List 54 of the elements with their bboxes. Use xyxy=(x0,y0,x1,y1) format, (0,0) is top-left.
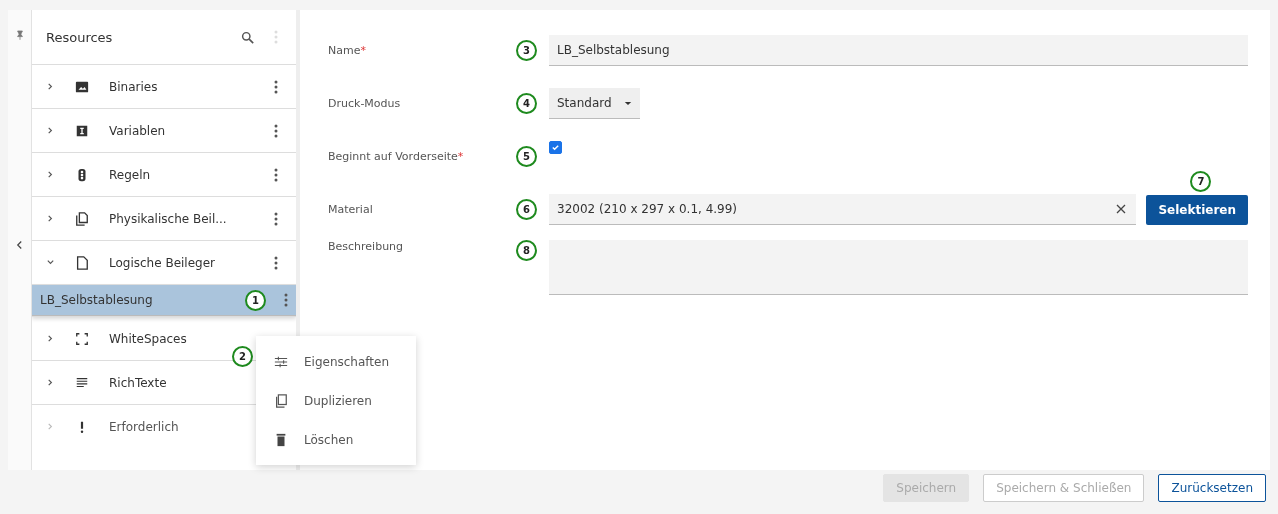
more-icon[interactable] xyxy=(274,123,278,138)
callout-number: 8 xyxy=(516,240,537,261)
chevron-right-icon[interactable] xyxy=(46,334,55,343)
text-lines-icon xyxy=(75,375,89,390)
mode-dropdown[interactable]: Standard xyxy=(549,88,640,119)
sliders-icon xyxy=(274,354,288,369)
more-icon[interactable] xyxy=(274,255,278,270)
field-label: Material xyxy=(328,203,374,216)
caret-icon xyxy=(623,100,632,106)
field-label: Name* xyxy=(328,44,367,57)
trash-icon xyxy=(274,432,288,447)
tree-item[interactable]: Regeln xyxy=(32,152,296,196)
callout-number: 1 xyxy=(245,289,266,311)
field-label: Beschreibung xyxy=(328,240,405,253)
chevron-right-icon[interactable] xyxy=(46,170,55,179)
callout-number: 5 xyxy=(516,146,537,167)
tree-item[interactable]: LB_Selbstablesung 1 xyxy=(32,284,296,316)
callout-number: 7 xyxy=(1190,170,1212,192)
callout-number: 6 xyxy=(516,199,537,220)
field-label: Druck-Modus xyxy=(328,97,402,110)
chevron-right-icon[interactable] xyxy=(46,214,55,223)
check-icon xyxy=(551,143,560,152)
chevron-right-icon[interactable] xyxy=(46,126,55,135)
variable-icon xyxy=(75,123,89,138)
footer-button[interactable]: Zurücksetzen xyxy=(1158,474,1266,502)
more-icon[interactable] xyxy=(274,79,278,94)
clear-icon[interactable] xyxy=(1116,204,1127,214)
field-label: Beginnt auf Vorderseite* xyxy=(328,150,465,163)
panel-title: Resources xyxy=(46,29,114,45)
pages-icon xyxy=(75,211,89,226)
image-icon xyxy=(75,79,89,94)
tree-item[interactable]: Physikalische Beil... xyxy=(32,196,296,240)
pin-icon[interactable] xyxy=(15,30,24,40)
rules-icon xyxy=(75,167,89,182)
copy-icon xyxy=(274,393,288,408)
page-icon xyxy=(75,255,89,270)
name-field[interactable]: LB_Selbstablesung xyxy=(549,35,1248,66)
callout-number: 3 xyxy=(516,40,537,61)
chevron-down-icon[interactable] xyxy=(46,258,55,267)
select-button[interactable]: Selektieren xyxy=(1146,194,1248,225)
tree-item[interactable]: Binaries xyxy=(32,64,296,108)
frame-icon xyxy=(75,331,89,346)
material-field[interactable]: 32002 (210 x 297 x 0.1, 4.99) xyxy=(549,194,1137,225)
more-icon[interactable] xyxy=(274,167,278,182)
more-icon[interactable] xyxy=(274,211,278,226)
callout-number: 4 xyxy=(516,93,537,114)
collapse-chevron-icon[interactable] xyxy=(16,240,23,250)
chevron-right-icon[interactable] xyxy=(46,378,55,387)
checkbox[interactable] xyxy=(549,141,562,154)
tree-item[interactable]: Variablen xyxy=(32,108,296,152)
search-icon[interactable] xyxy=(241,30,254,44)
description-field[interactable] xyxy=(549,240,1248,295)
more-icon[interactable] xyxy=(284,293,288,307)
chevron-right-icon[interactable] xyxy=(46,82,55,91)
